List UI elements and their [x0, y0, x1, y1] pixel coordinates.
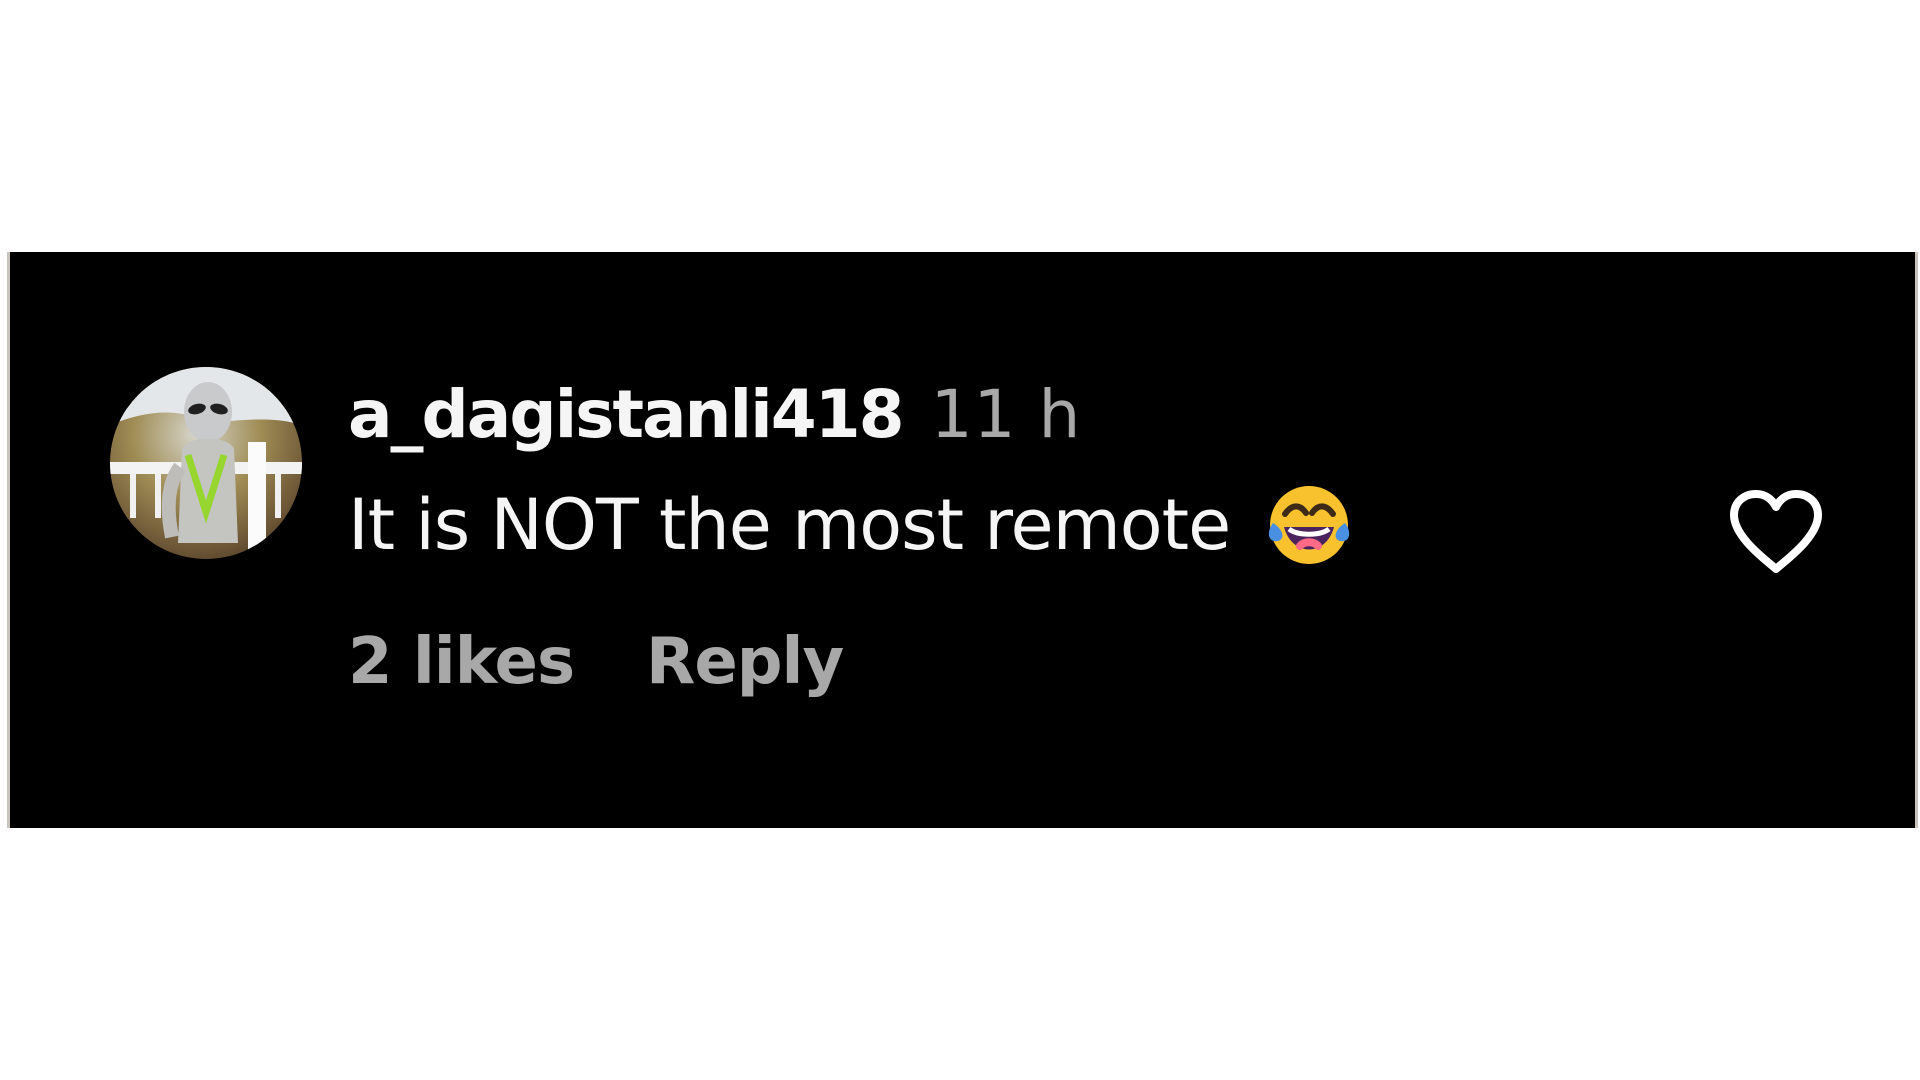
alien-avatar-icon [110, 367, 302, 559]
screenshot-canvas: a_dagistanli418 11 h It is NOT the most … [0, 0, 1920, 1080]
comment-body: a_dagistanli418 11 h It is NOT the most … [348, 380, 1354, 702]
comment-text-row: It is NOT the most remote [348, 480, 1354, 570]
face-with-tears-of-joy-icon [1264, 480, 1354, 570]
timestamp: 11 h [930, 376, 1082, 453]
reply-button[interactable]: Reply [646, 622, 844, 702]
avatar[interactable] [110, 367, 302, 559]
comment-card: a_dagistanli418 11 h It is NOT the most … [7, 252, 1918, 828]
likes-count[interactable]: 2 likes [348, 622, 575, 702]
comment-text: It is NOT the most remote [348, 484, 1231, 566]
comment-meta: a_dagistanli418 11 h [348, 380, 1354, 450]
heart-icon[interactable] [1728, 489, 1824, 575]
comment-actions: 2 likes Reply [348, 622, 1354, 702]
username[interactable]: a_dagistanli418 [348, 380, 905, 450]
